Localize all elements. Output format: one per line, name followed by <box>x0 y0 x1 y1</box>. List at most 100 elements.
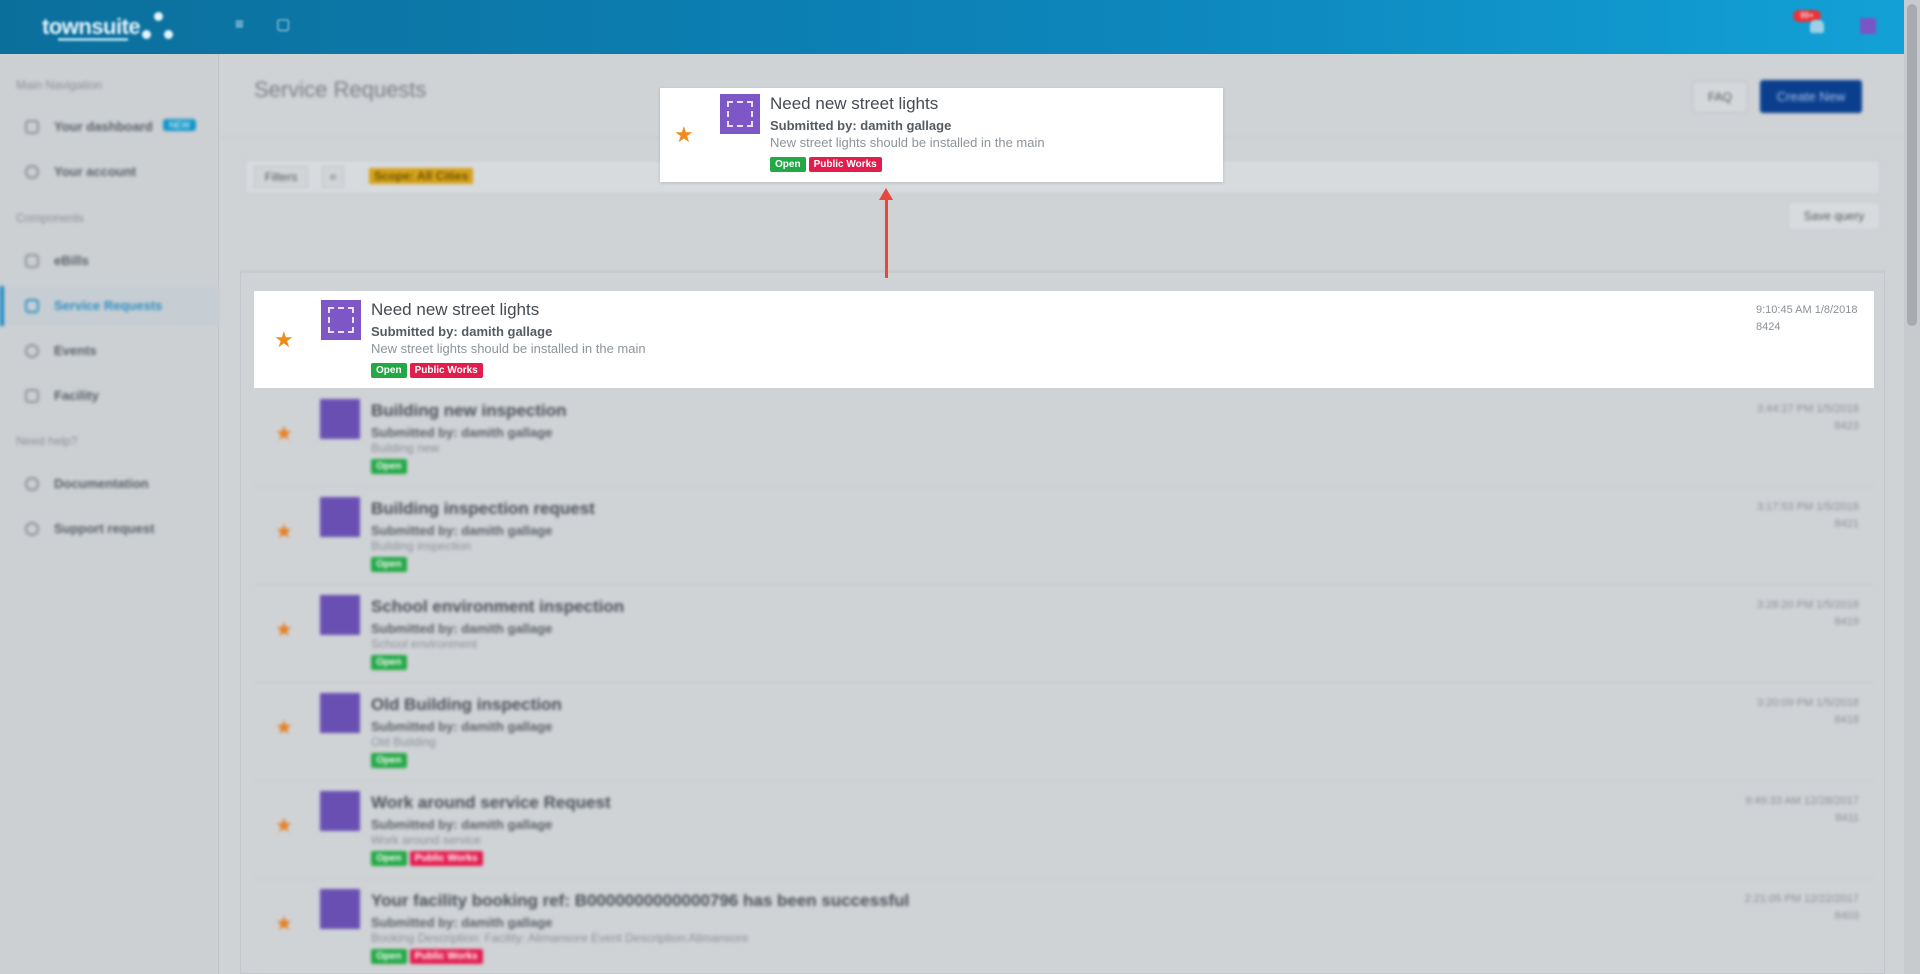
active-indicator <box>0 286 4 326</box>
table-row[interactable]: ★ Your facility booking ref: B00000000000… <box>255 879 1873 974</box>
brand-logo[interactable]: townsuite <box>42 14 141 40</box>
request-submitter: Submitted by: damith gallage <box>371 915 553 930</box>
request-avatar-icon <box>320 791 360 831</box>
sidebar-item-account[interactable]: Your account <box>0 152 219 192</box>
star-icon[interactable]: ★ <box>275 620 293 640</box>
request-timestamp: 2:21:05 PM 12/22/2017 8403 <box>1745 891 1859 925</box>
star-icon[interactable]: ★ <box>275 914 293 934</box>
request-timestamp: 3:20:09 PM 1/5/2018 8418 <box>1757 695 1859 729</box>
sidebar-item-support[interactable]: Support request <box>0 509 219 549</box>
request-submitter: Submitted by: damith gallage <box>371 523 553 538</box>
request-time: 9:10:45 AM 1/8/2018 <box>1756 304 1858 316</box>
sidebar: Main Navigation Your dashboard NEW Your … <box>0 54 219 974</box>
request-title[interactable]: Building new inspection <box>371 401 567 421</box>
sidebar-item-label: Documentation <box>54 476 149 491</box>
documentation-icon <box>25 477 39 491</box>
request-description: Building inspection <box>371 539 472 553</box>
request-title[interactable]: Work around service Request <box>371 793 611 813</box>
filters-button[interactable]: Filters <box>254 166 308 188</box>
callout-submitter: Submitted by: damith gallage <box>770 118 952 133</box>
request-time: 2:21:05 PM 12/22/2017 <box>1744 893 1859 905</box>
request-submitter: Submitted by: damith gallage <box>371 817 553 832</box>
sidebar-item-label: Facility <box>54 388 99 403</box>
create-new-button[interactable]: Create New <box>1760 80 1862 113</box>
request-title[interactable]: School environment inspection <box>371 597 624 617</box>
menu-toggle-icon[interactable]: ≡ <box>235 17 251 33</box>
table-row[interactable]: ★ Building inspection request Submitted by… <box>255 487 1873 585</box>
request-description: New street lights should be installed in… <box>371 341 646 356</box>
request-title[interactable]: Old Building inspection <box>371 695 562 715</box>
request-title[interactable]: Your facility booking ref: B000000000000… <box>371 891 909 911</box>
request-avatar-icon <box>320 595 360 635</box>
sidebar-item-dashboard[interactable]: Your dashboard NEW <box>0 107 219 147</box>
request-id: 8423 <box>1834 420 1859 432</box>
request-id: 8424 <box>1756 321 1781 333</box>
status-badge: Open <box>371 949 407 964</box>
star-icon[interactable]: ★ <box>275 424 293 444</box>
faq-button[interactable]: FAQ <box>1692 81 1748 113</box>
request-submitter: Submitted by: damith gallage <box>371 719 553 734</box>
star-icon[interactable]: ★ <box>275 718 293 738</box>
brand-tagline-bar <box>58 38 128 41</box>
sidebar-item-service-requests[interactable]: Service Requests <box>0 286 219 326</box>
fullscreen-icon[interactable]: ▢ <box>276 17 292 33</box>
top-navbar: townsuite ≡ ▢ 99+ <box>0 0 1904 54</box>
status-badge: Open <box>371 557 407 572</box>
sidebar-heading-components: Components <box>16 211 85 225</box>
request-submitter: Submitted by: damith gallage <box>371 324 553 339</box>
request-id: 8411 <box>1835 812 1859 824</box>
table-row[interactable]: ★ Old Building inspection Submitted by: da… <box>255 683 1873 781</box>
sidebar-item-documentation[interactable]: Documentation <box>0 464 219 504</box>
request-submitter: Submitted by: damith gallage <box>371 621 553 636</box>
request-avatar-icon <box>720 94 760 134</box>
new-badge: NEW <box>163 119 196 131</box>
star-icon: ★ <box>674 122 694 147</box>
brand-mark-icon <box>142 12 176 42</box>
request-avatar-icon <box>321 300 361 340</box>
request-timestamp: 3:28:20 PM 1/5/2018 8419 <box>1757 597 1859 631</box>
user-avatar[interactable] <box>1860 18 1876 34</box>
table-row[interactable]: ★ Work around service Request Submitted by… <box>255 781 1873 879</box>
request-timestamp: 9:49:33 AM 12/28/2017 8411 <box>1745 793 1859 827</box>
department-badge: Public Works <box>808 157 882 172</box>
request-id: 8418 <box>1834 714 1859 726</box>
request-title[interactable]: Building inspection request <box>371 499 595 519</box>
status-badge: Open <box>770 157 806 172</box>
scrollbar-thumb[interactable] <box>1907 4 1917 326</box>
sidebar-item-label: Your dashboard <box>54 119 153 134</box>
sidebar-item-events[interactable]: Events <box>0 331 219 371</box>
table-row[interactable]: ★ Building new inspection Submitted by: da… <box>255 389 1873 487</box>
save-query-button[interactable]: Save query <box>1788 202 1880 230</box>
request-time: 3:28:20 PM 1/5/2018 <box>1756 599 1859 611</box>
star-icon[interactable]: ★ <box>275 816 293 836</box>
sidebar-heading-main: Main Navigation <box>16 78 103 92</box>
notification-bell-icon[interactable] <box>1810 20 1824 33</box>
table-row[interactable]: ★ School environment inspection Submitted … <box>255 585 1873 683</box>
request-title[interactable]: Need new street lights <box>371 300 539 320</box>
department-badge: Public Works <box>409 949 483 964</box>
request-description: Old Building <box>371 735 436 749</box>
sidebar-item-facility[interactable]: Facility <box>0 376 219 416</box>
sidebar-item-label: Support request <box>54 521 155 536</box>
sidebar-item-label: eBills <box>54 253 89 268</box>
page-title: Service Requests <box>254 77 427 102</box>
star-icon[interactable]: ★ <box>274 329 294 351</box>
sidebar-item-label: Service Requests <box>54 298 163 313</box>
annotation-arrow <box>885 198 888 278</box>
filter-chip[interactable]: Scope: All Cities <box>369 168 474 184</box>
filter-operator[interactable]: = <box>322 166 344 188</box>
request-description: School environment <box>371 637 478 651</box>
sidebar-item-label: Events <box>54 343 97 358</box>
callout-description: New street lights should be installed in… <box>770 135 1045 150</box>
highlighted-request-row[interactable]: ★ Need new street lights Submitted by: d… <box>254 291 1874 388</box>
zoom-callout: ★ Need new street lights Submitted by: d… <box>660 88 1223 182</box>
status-badge: Open <box>371 851 407 866</box>
request-time: 3:17:53 PM 1/5/2018 <box>1756 501 1859 513</box>
sidebar-item-ebills[interactable]: eBills <box>0 241 219 281</box>
request-id: 8421 <box>1834 518 1859 530</box>
star-icon[interactable]: ★ <box>275 522 293 542</box>
status-badge: Open <box>371 753 407 768</box>
request-icon <box>25 299 39 313</box>
request-avatar-icon <box>320 889 360 929</box>
status-badge: Open <box>371 363 407 378</box>
